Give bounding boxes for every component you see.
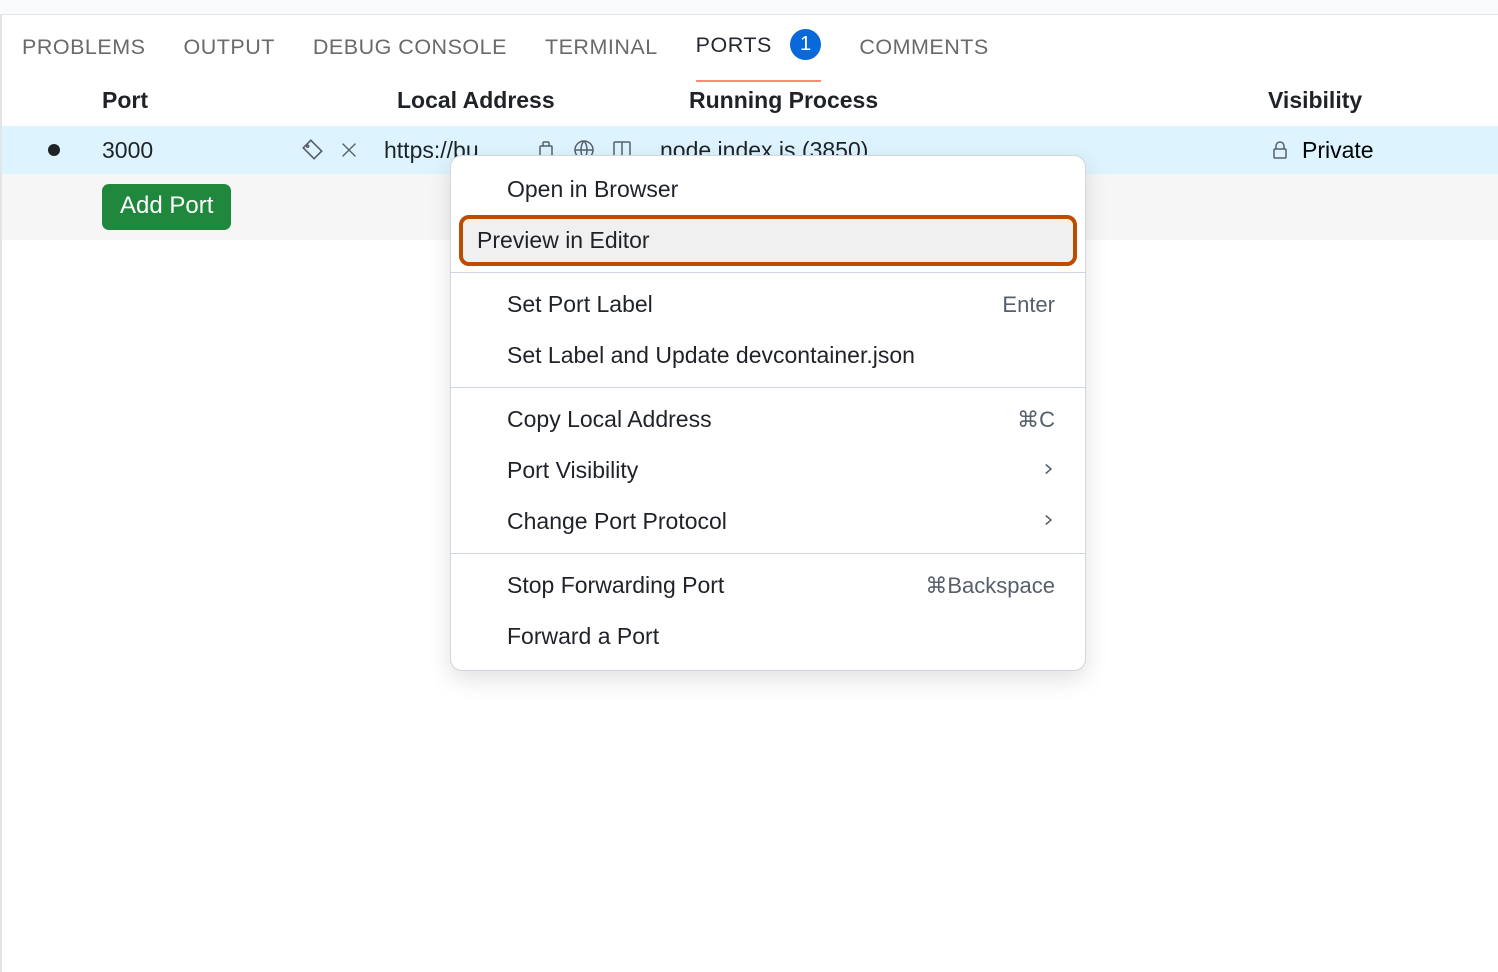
ports-table-header: Port Local Address Running Process Visib… [0,77,1498,126]
add-port-button[interactable]: Add Port [102,184,231,230]
menu-stop-forwarding-shortcut: ⌘Backspace [925,573,1055,599]
lock-icon [1268,138,1292,162]
menu-set-port-label[interactable]: Set Port Label Enter [451,279,1085,330]
menu-port-visibility[interactable]: Port Visibility [451,445,1085,496]
chevron-right-icon [1041,508,1055,535]
tab-debug-console[interactable]: DEBUG CONSOLE [313,35,507,78]
menu-set-label-devcontainer[interactable]: Set Label and Update devcontainer.json [451,330,1085,381]
port-row-actions [300,137,360,163]
menu-divider [451,272,1085,273]
chevron-right-icon [1041,457,1055,484]
menu-port-visibility-label: Port Visibility [507,457,638,484]
menu-preview-in-editor[interactable]: Preview in Editor [459,215,1077,266]
header-running-process: Running Process [689,87,1268,114]
menu-stop-forwarding-label: Stop Forwarding Port [507,572,724,599]
menu-forward-a-port-label: Forward a Port [507,623,659,650]
menu-forward-a-port[interactable]: Forward a Port [451,611,1085,662]
menu-copy-local-address-label: Copy Local Address [507,406,712,433]
menu-change-port-protocol-label: Change Port Protocol [507,508,727,535]
header-local-address: Local Address [397,87,689,114]
menu-open-in-browser[interactable]: Open in Browser [451,164,1085,215]
port-status-dot-icon [48,144,60,156]
port-visibility-label: Private [1302,137,1374,164]
menu-set-port-label-shortcut: Enter [1002,292,1055,318]
close-icon[interactable] [338,139,360,161]
tag-icon[interactable] [300,137,326,163]
panel-tabs: PROBLEMS OUTPUT DEBUG CONSOLE TERMINAL P… [0,15,1498,77]
menu-change-port-protocol[interactable]: Change Port Protocol [451,496,1085,547]
menu-open-in-browser-label: Open in Browser [507,176,678,203]
menu-copy-local-address-shortcut: ⌘C [1017,407,1055,433]
menu-copy-local-address[interactable]: Copy Local Address ⌘C [451,394,1085,445]
menu-divider [451,387,1085,388]
tab-output[interactable]: OUTPUT [183,35,274,78]
menu-set-port-label-label: Set Port Label [507,291,653,318]
menu-divider [451,553,1085,554]
menu-set-label-devcontainer-label: Set Label and Update devcontainer.json [507,342,915,369]
header-port: Port [102,87,397,114]
tab-comments[interactable]: COMMENTS [859,35,988,78]
port-context-menu: Open in Browser Preview in Editor Set Po… [450,155,1086,671]
port-visibility: Private [1268,137,1498,164]
window-top-border [0,0,1498,15]
port-number: 3000 [102,137,300,164]
tab-ports-label: PORTS [696,33,772,57]
tab-problems[interactable]: PROBLEMS [22,35,145,78]
menu-preview-in-editor-label: Preview in Editor [471,227,650,254]
menu-stop-forwarding[interactable]: Stop Forwarding Port ⌘Backspace [451,560,1085,611]
header-visibility: Visibility [1268,87,1498,114]
ports-count-badge: 1 [790,29,821,60]
tab-ports[interactable]: PORTS 1 [696,31,822,82]
tab-terminal[interactable]: TERMINAL [545,35,658,78]
